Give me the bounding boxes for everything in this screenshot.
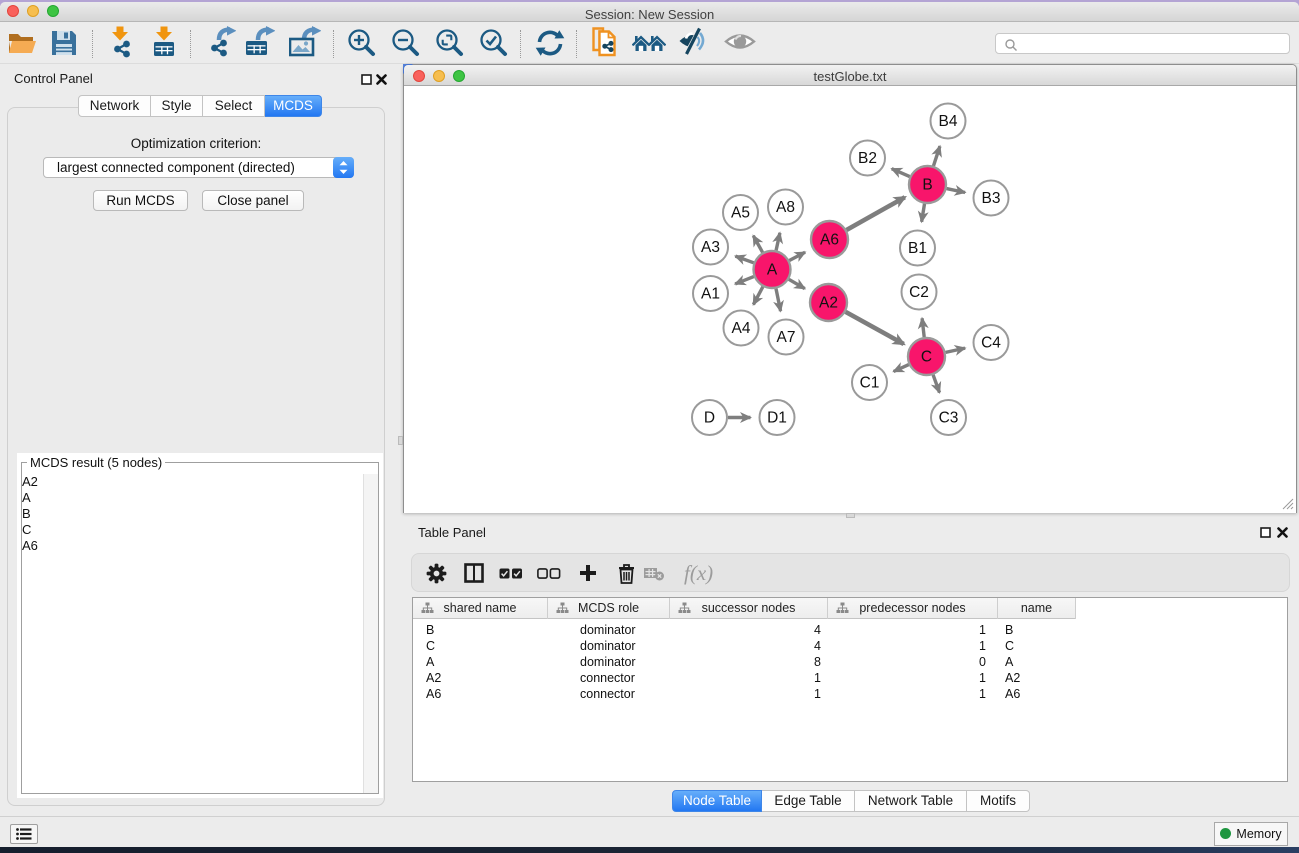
svg-text:D1: D1 bbox=[767, 410, 787, 427]
svg-text:C3: C3 bbox=[939, 410, 959, 427]
svg-text:B: B bbox=[922, 177, 932, 194]
svg-text:C4: C4 bbox=[981, 335, 1001, 352]
svg-text:C1: C1 bbox=[860, 375, 880, 392]
svg-text:B1: B1 bbox=[908, 240, 927, 257]
svg-text:A3: A3 bbox=[701, 239, 720, 256]
svg-text:A5: A5 bbox=[731, 205, 750, 222]
svg-text:B4: B4 bbox=[939, 113, 958, 130]
svg-text:C: C bbox=[921, 349, 932, 366]
svg-text:A: A bbox=[767, 262, 778, 279]
svg-text:A1: A1 bbox=[701, 286, 720, 303]
svg-text:D: D bbox=[704, 410, 715, 427]
svg-text:A8: A8 bbox=[776, 199, 795, 216]
svg-text:C2: C2 bbox=[909, 284, 929, 301]
svg-text:B2: B2 bbox=[858, 150, 877, 167]
svg-text:A4: A4 bbox=[732, 320, 751, 337]
svg-text:A2: A2 bbox=[819, 295, 838, 312]
svg-text:A6: A6 bbox=[820, 232, 839, 249]
svg-text:A7: A7 bbox=[777, 329, 796, 346]
svg-text:B3: B3 bbox=[982, 190, 1001, 207]
